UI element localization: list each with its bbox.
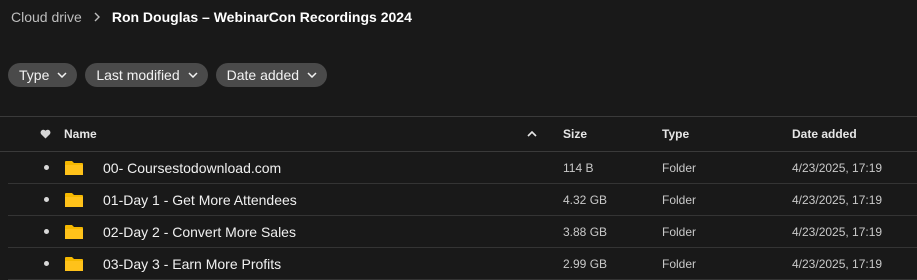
row-dot-icon <box>42 248 56 279</box>
breadcrumb-current-folder: Ron Douglas – WebinarCon Recordings 2024 <box>111 9 412 25</box>
file-name-cell: 01-Day 1 - Get More Attendees <box>64 184 297 215</box>
folder-icon <box>65 256 83 271</box>
chevron-down-icon <box>57 72 67 78</box>
name-column-header[interactable]: Name <box>64 117 97 151</box>
file-date-added: 4/23/2025, 17:19 <box>792 256 883 271</box>
file-name: 03-Day 3 - Earn More Profits <box>103 255 282 272</box>
chevron-down-icon <box>307 72 317 78</box>
file-date-added: 4/23/2025, 17:19 <box>792 160 883 175</box>
size-column-header[interactable]: Size <box>563 117 587 151</box>
row-dot-icon <box>42 184 56 215</box>
table-row[interactable]: 03-Day 3 - Earn More Profits 2.99 GB Fol… <box>8 248 917 280</box>
breadcrumb: Cloud drive Ron Douglas – WebinarCon Rec… <box>11 6 412 28</box>
filter-date-added-label: Date added <box>226 67 300 83</box>
file-name: 02-Day 2 - Convert More Sales <box>103 223 296 240</box>
row-dot-icon <box>42 216 56 247</box>
chevron-right-icon <box>82 12 112 22</box>
file-date-added: 4/23/2025, 17:19 <box>792 192 883 207</box>
filter-date-added-button[interactable]: Date added <box>215 63 328 87</box>
filter-last-modified-label: Last modified <box>96 67 180 83</box>
filter-bar: Type Last modified Date added <box>8 63 328 87</box>
table-row[interactable]: 01-Day 1 - Get More Attendees 4.32 GB Fo… <box>8 184 917 216</box>
folder-icon <box>65 192 83 207</box>
filter-type-button[interactable]: Type <box>8 63 78 87</box>
file-type: Folder <box>662 224 697 239</box>
sort-ascending-icon[interactable] <box>527 117 537 151</box>
file-size: 2.99 GB <box>563 256 608 271</box>
row-dot-icon <box>42 152 56 183</box>
folder-icon <box>65 224 83 239</box>
type-column-header[interactable]: Type <box>662 117 689 151</box>
file-size: 3.88 GB <box>563 224 608 239</box>
file-name-cell: 03-Day 3 - Earn More Profits <box>64 248 281 279</box>
file-name: 01-Day 1 - Get More Attendees <box>103 191 297 208</box>
file-type: Folder <box>662 160 697 175</box>
file-name-cell: 02-Day 2 - Convert More Sales <box>64 216 296 247</box>
file-date-added: 4/23/2025, 17:19 <box>792 224 883 239</box>
filter-type-label: Type <box>19 67 50 83</box>
file-type: Folder <box>662 256 697 271</box>
file-name: 00- Coursestodownload.com <box>103 159 282 176</box>
table-header: Name Size Type Date added <box>0 116 917 152</box>
favourite-column-header[interactable] <box>40 117 54 151</box>
breadcrumb-cloud-drive[interactable]: Cloud drive <box>11 9 82 25</box>
date-added-column-header[interactable]: Date added <box>792 117 857 151</box>
file-size: 4.32 GB <box>563 192 608 207</box>
file-size: 114 B <box>563 160 594 175</box>
file-table: Name Size Type Date added 00- Coursestod… <box>0 116 917 280</box>
chevron-down-icon <box>188 72 198 78</box>
table-row[interactable]: 00- Coursestodownload.com 114 B Folder 4… <box>8 152 917 184</box>
folder-icon <box>65 160 83 175</box>
heart-icon <box>40 129 51 139</box>
table-row[interactable]: 02-Day 2 - Convert More Sales 3.88 GB Fo… <box>8 216 917 248</box>
file-name-cell: 00- Coursestodownload.com <box>64 152 281 183</box>
filter-last-modified-button[interactable]: Last modified <box>85 63 208 87</box>
file-type: Folder <box>662 192 697 207</box>
